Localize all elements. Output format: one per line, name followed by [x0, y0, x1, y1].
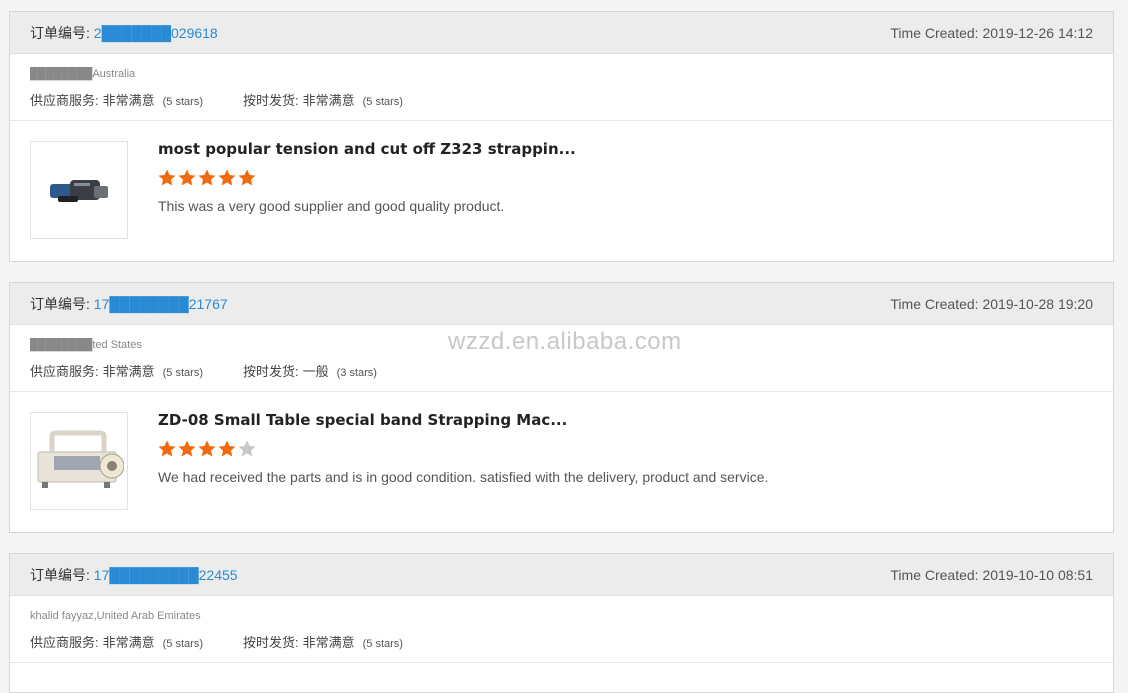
- buyer-name-location: ████████ted States: [30, 339, 142, 351]
- product-review: ZD-08 Small Table special band Strapping…: [10, 392, 1113, 532]
- buyer-info: ████████Australia: [30, 66, 1093, 82]
- shipping-label: 按时发货:: [242, 364, 299, 379]
- order-number-value: 17████████21767: [93, 295, 228, 312]
- supplier-service-label: 供应商服务:: [30, 364, 99, 379]
- product-title-link[interactable]: ZD-08 Small Table special band Strapping…: [158, 411, 567, 429]
- order-meta: khalid fayyaz,United Arab Emirates 供应商服务…: [10, 596, 1113, 663]
- star-filled-icon: [158, 440, 176, 457]
- shipping-value: 一般: [302, 364, 329, 379]
- order-number-group: 订单编号: 17████████21767: [30, 294, 228, 314]
- star-filled-icon: [178, 440, 196, 457]
- review-comment: We had received the parts and is in good…: [158, 469, 769, 485]
- order-meta: ████████Australia 供应商服务: 非常满意 (5 stars) …: [10, 54, 1113, 121]
- supplier-service-stars: (5 stars): [162, 367, 203, 379]
- supplier-service-rating: 供应商服务: 非常满意 (5 stars): [30, 90, 203, 109]
- time-created: Time Created: 2019-10-10 08:51: [890, 566, 1093, 583]
- product-thumbnail[interactable]: [30, 141, 128, 239]
- order-number-label: 订单编号:: [30, 24, 90, 41]
- shipping-stars: (5 stars): [362, 638, 403, 650]
- order-card: 订单编号: 2███████029618 Time Created: 2019-…: [9, 11, 1114, 262]
- shipping-rating: 按时发货: 非常满意 (5 stars): [243, 90, 403, 109]
- review-comment: This was a very good supplier and good q…: [158, 198, 505, 214]
- supplier-service-label: 供应商服务:: [30, 635, 99, 650]
- order-ratings: 供应商服务: 非常满意 (5 stars) 按时发货: 一般 (3 stars): [30, 361, 1093, 380]
- shipping-rating: 按时发货: 一般 (3 stars): [243, 361, 377, 380]
- shipping-rating: 按时发货: 非常满意 (5 stars): [243, 632, 403, 651]
- product-thumbnail[interactable]: [30, 412, 128, 510]
- page-top-strip: [0, 0, 1128, 11]
- time-created: Time Created: 2019-10-28 19:20: [890, 295, 1093, 312]
- star-filled-icon: [158, 169, 176, 186]
- order-number-group: 订单编号: 17█████████22455: [30, 565, 238, 585]
- order-number-group: 订单编号: 2███████029618: [30, 23, 218, 43]
- star-filled-icon: [238, 169, 256, 186]
- product-rating-stars: [157, 439, 257, 459]
- product-review: most popular tension and cut off Z323 st…: [10, 121, 1113, 261]
- buyer-name-location: khalid fayyaz,United Arab Emirates: [30, 610, 201, 622]
- order-header: 订单编号: 17████████21767 Time Created: 2019…: [10, 283, 1113, 325]
- order-card: 订单编号: 17█████████22455 Time Created: 201…: [9, 553, 1114, 693]
- battery-strapping-tool-image: [50, 180, 108, 202]
- table-strapping-machine-image: [37, 430, 124, 488]
- star-filled-icon: [198, 169, 216, 186]
- order-number-value: 2███████029618: [93, 24, 218, 41]
- star-filled-icon: [218, 169, 236, 186]
- supplier-service-stars: (5 stars): [162, 638, 203, 650]
- order-number-label: 订单编号:: [30, 566, 90, 583]
- product-title-link[interactable]: most popular tension and cut off Z323 st…: [158, 140, 576, 158]
- star-filled-icon: [198, 440, 216, 457]
- shipping-label: 按时发货:: [242, 635, 299, 650]
- supplier-service-value: 非常满意: [102, 635, 155, 650]
- order-number-link[interactable]: 17█████████22455: [94, 567, 238, 583]
- supplier-service-value: 非常满意: [102, 93, 155, 108]
- supplier-service-label: 供应商服务:: [30, 93, 99, 108]
- order-card: 订单编号: 17████████21767 Time Created: 2019…: [9, 282, 1114, 533]
- shipping-label: 按时发货:: [242, 93, 299, 108]
- order-ratings: 供应商服务: 非常满意 (5 stars) 按时发货: 非常满意 (5 star…: [30, 90, 1093, 109]
- supplier-service-value: 非常满意: [102, 364, 155, 379]
- supplier-service-rating: 供应商服务: 非常满意 (5 stars): [30, 632, 203, 651]
- star-filled-icon: [178, 169, 196, 186]
- order-ratings: 供应商服务: 非常满意 (5 stars) 按时发货: 非常满意 (5 star…: [30, 632, 1093, 651]
- order-header: 订单编号: 2███████029618 Time Created: 2019-…: [10, 12, 1113, 54]
- order-number-label: 订单编号:: [30, 295, 90, 312]
- supplier-service-rating: 供应商服务: 非常满意 (5 stars): [30, 361, 203, 380]
- buyer-name-location: ████████Australia: [30, 68, 136, 80]
- shipping-value: 非常满意: [302, 93, 355, 108]
- order-number-link[interactable]: 2███████029618: [94, 25, 218, 41]
- star-filled-icon: [218, 440, 236, 457]
- order-number-value: 17█████████22455: [93, 566, 238, 583]
- star-empty-icon: [238, 440, 256, 457]
- buyer-info: khalid fayyaz,United Arab Emirates: [30, 608, 1093, 624]
- shipping-value: 非常满意: [302, 635, 355, 650]
- watermark: wzzd.en.alibaba.com: [448, 328, 682, 355]
- product-rating-stars: [157, 168, 257, 188]
- order-number-link[interactable]: 17████████21767: [94, 296, 228, 312]
- shipping-stars: (5 stars): [362, 96, 403, 108]
- supplier-service-stars: (5 stars): [162, 96, 203, 108]
- order-header: 订单编号: 17█████████22455 Time Created: 201…: [10, 554, 1113, 596]
- shipping-stars: (3 stars): [336, 367, 377, 379]
- time-created: Time Created: 2019-12-26 14:12: [890, 24, 1093, 41]
